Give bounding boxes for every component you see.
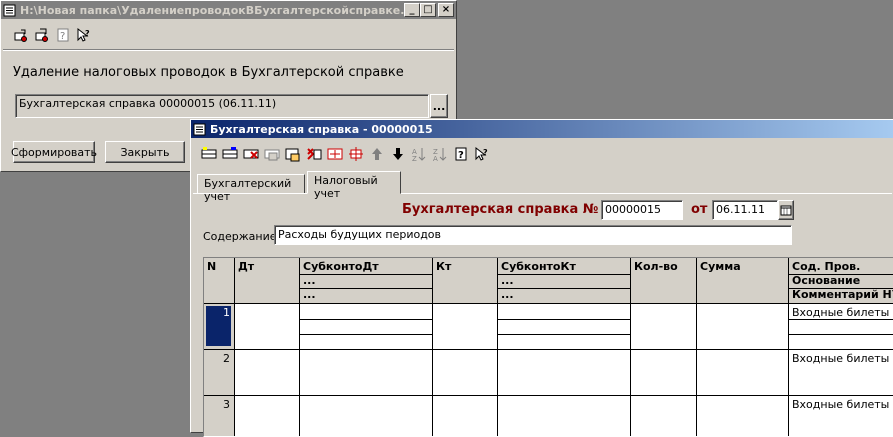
- tab-panel-border: [193, 193, 892, 194]
- column-subheader: ...: [300, 274, 432, 288]
- arrow-up-icon[interactable]: [367, 144, 387, 164]
- row-number-cell[interactable]: 1: [204, 304, 235, 350]
- generate-button[interactable]: Сформировать: [11, 141, 97, 163]
- table-cell[interactable]: [697, 350, 789, 396]
- table-cell[interactable]: [300, 304, 433, 350]
- document-toolbar: AZ ZA ? ?: [199, 144, 493, 164]
- table-cell[interactable]: [498, 350, 631, 396]
- processing-toolbar: ? ?: [11, 25, 95, 45]
- tab-accounting[interactable]: Бухгалтерский учет: [197, 174, 305, 203]
- arrow-down-icon[interactable]: [388, 144, 408, 164]
- table-cell[interactable]: [631, 350, 697, 396]
- column-subheader-osnovanie: Основание: [789, 274, 893, 288]
- table-cell[interactable]: [300, 350, 433, 396]
- svg-text:?: ?: [458, 150, 464, 161]
- date-label: от: [691, 202, 708, 217]
- minimize-button[interactable]: _: [404, 3, 420, 17]
- row-number-cell[interactable]: 2: [204, 350, 235, 396]
- svg-text:Z: Z: [412, 155, 417, 162]
- svg-text:?: ?: [483, 148, 488, 157]
- context-help-icon[interactable]: ?: [472, 144, 492, 164]
- column-subheader: ...: [498, 274, 630, 288]
- row-number: 2: [223, 352, 230, 365]
- sort-ascending-icon[interactable]: AZ: [409, 144, 429, 164]
- help-icon[interactable]: ?: [53, 25, 73, 45]
- cell-text: Входные билеты: [792, 398, 890, 411]
- table-cell[interactable]: [697, 304, 789, 350]
- document-number-field[interactable]: 00000015: [601, 200, 683, 220]
- column-header-label: СубконтоДт: [303, 260, 379, 273]
- svg-text:A: A: [433, 155, 438, 162]
- processing-heading: Удаление налоговых проводок в Бухгалтерс…: [13, 65, 404, 80]
- properties-icon[interactable]: [325, 144, 345, 164]
- column-subheader: ...: [300, 288, 432, 302]
- column-subheader-comment: Комментарий НУ: [789, 288, 893, 302]
- move-row-icon[interactable]: [283, 144, 303, 164]
- svg-text:?: ?: [60, 31, 65, 42]
- tab-tax-accounting[interactable]: Налоговый учет: [307, 171, 401, 200]
- column-header-label: СубконтоКт: [501, 260, 576, 273]
- processing-window-titlebar[interactable]: H:\Новая папка\УдалениепроводокВБухгалте…: [1, 1, 456, 19]
- table-cell[interactable]: [433, 350, 498, 396]
- select-document-button[interactable]: ...: [430, 94, 448, 118]
- column-header-label: Дт: [238, 260, 255, 273]
- column-header-kt[interactable]: Кт: [433, 258, 498, 304]
- insert-icon[interactable]: [346, 144, 366, 164]
- help-icon[interactable]: ?: [451, 144, 471, 164]
- document-date-field[interactable]: 06.11.11: [712, 200, 778, 220]
- table-cell[interactable]: Входные билеты: [789, 304, 893, 350]
- window-title: H:\Новая папка\УдалениепроводокВБухгалте…: [20, 3, 404, 17]
- copy-row-icon[interactable]: [220, 144, 240, 164]
- delete-row-icon[interactable]: [241, 144, 261, 164]
- column-header-qty[interactable]: Кол-во: [631, 258, 697, 304]
- column-header-label: N: [207, 260, 217, 273]
- table-cell[interactable]: [235, 304, 300, 350]
- open-file-icon[interactable]: [11, 25, 31, 45]
- clear-icon[interactable]: [304, 144, 324, 164]
- entries-table[interactable]: N Дт СубконтоДт ... ... Кт СубконтоКт ..…: [203, 257, 893, 437]
- column-header-sum[interactable]: Сумма: [697, 258, 789, 304]
- calendar-button[interactable]: [778, 200, 794, 220]
- table-cell[interactable]: [498, 304, 631, 350]
- column-header-subkonto-kt[interactable]: СубконтоКт ... ...: [498, 258, 631, 304]
- column-header-label: Кол-во: [634, 260, 678, 273]
- column-header-n[interactable]: N: [204, 258, 235, 304]
- document-window-titlebar[interactable]: Бухгалтерская справка - 00000015: [191, 120, 893, 138]
- maximize-button[interactable]: □: [420, 3, 436, 17]
- toolbar-divider: [3, 49, 454, 51]
- new-row-icon[interactable]: [199, 144, 219, 164]
- column-header-subkonto-dt[interactable]: СубконтоДт ... ...: [300, 258, 433, 304]
- document-window: Бухгалтерская справка - 00000015 AZ ZA ?…: [190, 119, 893, 437]
- sort-descending-icon[interactable]: ZA: [430, 144, 450, 164]
- row-number: 1: [223, 306, 230, 319]
- table-cell[interactable]: [433, 304, 498, 350]
- edit-row-icon[interactable]: [262, 144, 282, 164]
- document-icon: [193, 123, 206, 135]
- table-cell[interactable]: [631, 304, 697, 350]
- column-header-label: Сод. Пров.: [792, 260, 861, 273]
- column-header-label: Сумма: [700, 260, 741, 273]
- column-header-sod[interactable]: Сод. Пров. Основание Комментарий НУ: [789, 258, 893, 304]
- column-header-dt[interactable]: Дт: [235, 258, 300, 304]
- column-subheader: ...: [498, 288, 630, 302]
- save-file-icon[interactable]: [32, 25, 52, 45]
- window-title: Бухгалтерская справка - 00000015: [210, 122, 433, 136]
- content-label: Содержание:: [203, 230, 281, 243]
- table-cell[interactable]: Входные билеты: [789, 350, 893, 396]
- calendar-icon: [780, 205, 792, 216]
- table-cell[interactable]: [235, 350, 300, 396]
- context-help-icon[interactable]: ?: [74, 25, 94, 45]
- close-window-button[interactable]: ×: [438, 3, 454, 17]
- close-button[interactable]: Закрыть: [105, 141, 185, 163]
- document-heading: Бухгалтерская справка №: [402, 202, 599, 217]
- row-number: 3: [223, 398, 230, 411]
- document-select-field[interactable]: Бухгалтерская справка 00000015 (06.11.11…: [15, 94, 429, 118]
- cell-text: Входные билеты: [792, 352, 890, 365]
- content-field[interactable]: Расходы будущих периодов: [274, 225, 792, 245]
- cell-text: Входные билеты: [792, 306, 890, 319]
- document-icon: [3, 4, 16, 16]
- column-header-label: Кт: [436, 260, 452, 273]
- svg-text:?: ?: [85, 29, 90, 38]
